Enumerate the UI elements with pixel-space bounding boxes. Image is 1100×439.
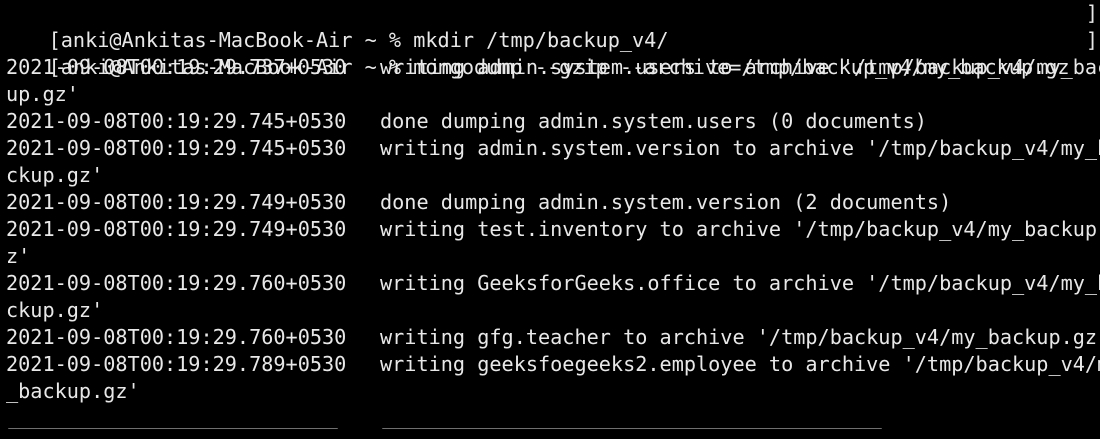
log-line: up.gz' <box>0 81 1100 108</box>
log-timestamp: 2021-09-08T00:19:29.760+0530 <box>6 271 347 295</box>
log-message: writing geeksfoegeeks2.employee to archi… <box>380 352 1100 376</box>
log-line: ckup.gz' <box>0 162 1100 189</box>
log-line: 2021-09-08T00:19:29.760+0530 writing Geek… <box>0 270 1100 297</box>
command-line: [anki@Ankitas-MacBook-Air ~ % mkdir /tmp… <box>0 0 1100 52</box>
log-timestamp: 2021-09-08T00:19:29.745+0530 <box>6 136 347 160</box>
log-message: done dumping admin.system.users (0 docum… <box>380 109 927 133</box>
log-timestamp: 2021-09-08T00:19:29.749+0530 <box>6 190 347 214</box>
clipped-text-fragment <box>8 428 338 429</box>
log-message: writing gfg.teacher to archive '/tmp/bac… <box>380 325 1100 349</box>
log-line: 2021-09-08T00:19:29.737+0530 writing admi… <box>0 54 1100 81</box>
log-line: 2021-09-08T00:19:29.745+0530 writing admi… <box>0 135 1100 162</box>
log-message: up.gz' <box>6 82 79 106</box>
log-line: 2021-09-08T00:19:29.789+0530 writing geek… <box>0 351 1100 378</box>
clipped-text-fragment <box>382 428 882 429</box>
log-message: done dumping admin.system.version (2 doc… <box>380 190 952 214</box>
log-message: writing admin.system.users to archive '/… <box>380 55 1100 79</box>
log-line: ckup.gz' <box>0 297 1100 324</box>
command-line: [anki@Ankitas-MacBook-Air ~ % mongodump … <box>0 27 1100 79</box>
log-timestamp: 2021-09-08T00:19:29.737+0530 <box>6 55 347 79</box>
log-message: _backup.gz' <box>6 379 140 403</box>
log-line: 2021-09-08T00:19:29.745+0530 done dumping… <box>0 108 1100 135</box>
log-message: z' <box>6 244 31 268</box>
log-message: writing test.inventory to archive '/tmp/… <box>380 217 1100 241</box>
log-line: 2021-09-08T00:19:29.749+0530 writing test… <box>0 216 1100 243</box>
log-timestamp: 2021-09-08T00:19:29.749+0530 <box>6 217 347 241</box>
terminal-window[interactable]: [anki@Ankitas-MacBook-Air ~ % mkdir /tmp… <box>0 0 1100 439</box>
log-timestamp: 2021-09-08T00:19:29.760+0530 <box>6 325 347 349</box>
log-message: ckup.gz' <box>6 163 104 187</box>
line-bracket: ] <box>1085 1 1098 25</box>
log-timestamp: 2021-09-08T00:19:29.789+0530 <box>6 352 347 376</box>
log-line: z' <box>0 243 1100 270</box>
clipped-next-line <box>0 428 1100 439</box>
log-line: 2021-09-08T00:19:29.749+0530 done dumping… <box>0 189 1100 216</box>
log-line: 2021-09-08T00:19:29.760+0530 writing gfg.… <box>0 324 1100 351</box>
log-message: writing admin.system.version to archive … <box>380 136 1100 160</box>
log-timestamp: 2021-09-08T00:19:29.745+0530 <box>6 109 347 133</box>
log-message: ckup.gz' <box>6 298 104 322</box>
log-line: _backup.gz' <box>0 378 1100 405</box>
line-bracket: ] <box>1085 28 1098 52</box>
log-message: writing GeeksforGeeks.office to archive … <box>380 271 1100 295</box>
